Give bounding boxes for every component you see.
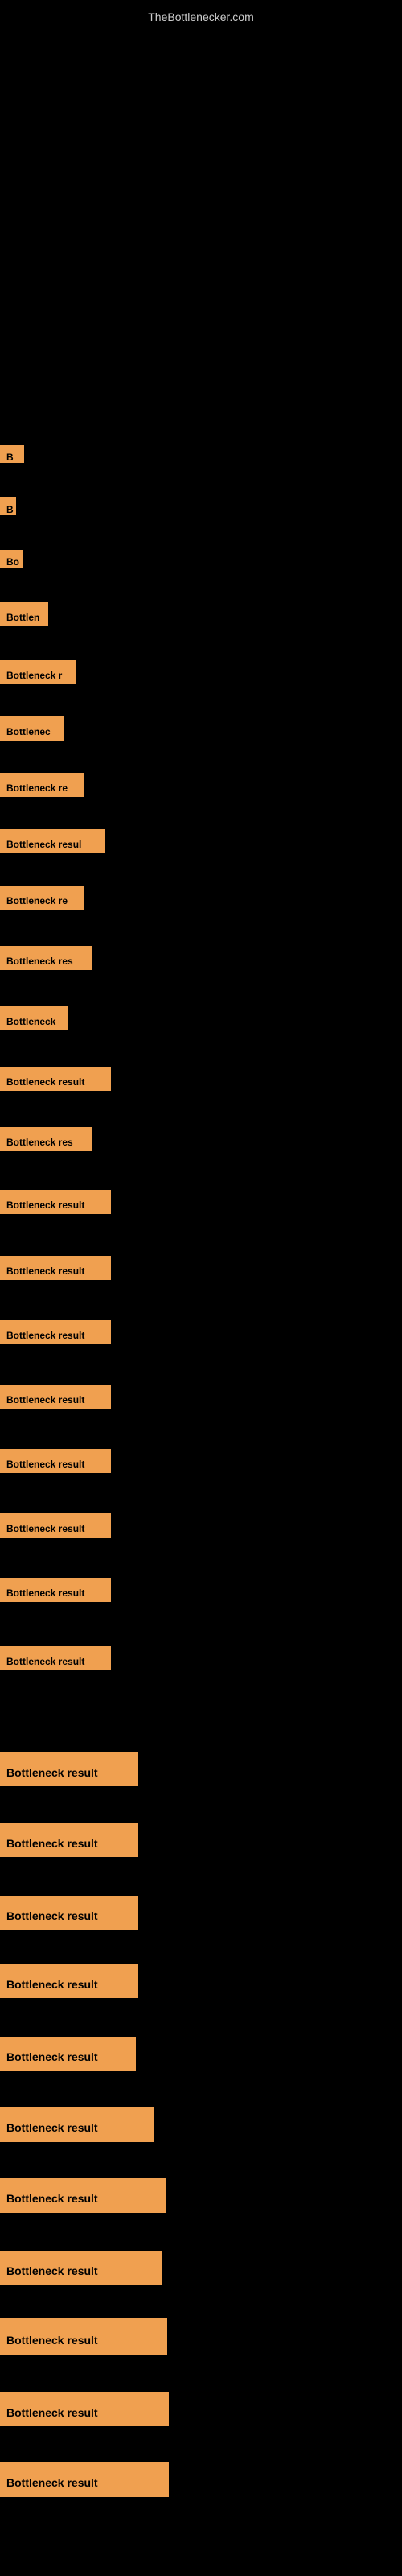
bottleneck-result: Bottleneck result	[0, 1385, 111, 1409]
bottleneck-result: Bottleneck resul	[0, 829, 105, 853]
bottleneck-result: Bottleneck result	[0, 1752, 138, 1786]
bottleneck-result: Bo	[0, 550, 23, 568]
bottleneck-result: Bottleneck r	[0, 660, 76, 684]
bottleneck-result: Bottleneck result	[0, 1646, 111, 1670]
bottleneck-result: B	[0, 497, 16, 515]
bottleneck-result: Bottleneck re	[0, 773, 84, 797]
bottleneck-result: Bottleneck re	[0, 886, 84, 910]
bottleneck-result: Bottleneck result	[0, 2251, 162, 2285]
bottleneck-result: Bottleneck result	[0, 2178, 166, 2213]
bottleneck-result: Bottleneck result	[0, 2392, 169, 2426]
bottleneck-result: Bottleneck result	[0, 1964, 138, 1998]
bottleneck-result: Bottleneck result	[0, 2462, 169, 2497]
bottleneck-result: Bottleneck result	[0, 1067, 111, 1091]
bottleneck-result: Bottleneck result	[0, 2318, 167, 2355]
bottleneck-result: Bottleneck result	[0, 1320, 111, 1344]
bottleneck-result: Bottleneck	[0, 1006, 68, 1030]
bottleneck-result: Bottleneck result	[0, 1513, 111, 1538]
bottleneck-result: Bottleneck result	[0, 1823, 138, 1857]
bottleneck-result: Bottleneck res	[0, 946, 92, 970]
bottleneck-result: Bottlenec	[0, 716, 64, 741]
bottleneck-result: Bottleneck res	[0, 1127, 92, 1151]
bottleneck-result: Bottleneck result	[0, 1449, 111, 1473]
bottleneck-result: Bottleneck result	[0, 1190, 111, 1214]
bottleneck-result: Bottleneck result	[0, 1256, 111, 1280]
site-title: TheBottlenecker.com	[0, 4, 402, 30]
bottleneck-result: Bottleneck result	[0, 1578, 111, 1602]
bottleneck-result: Bottlen	[0, 602, 48, 626]
bottleneck-result: Bottleneck result	[0, 2107, 154, 2142]
bottleneck-result: B	[0, 445, 24, 463]
bottleneck-result: Bottleneck result	[0, 1896, 138, 1930]
bottleneck-result: Bottleneck result	[0, 2037, 136, 2071]
